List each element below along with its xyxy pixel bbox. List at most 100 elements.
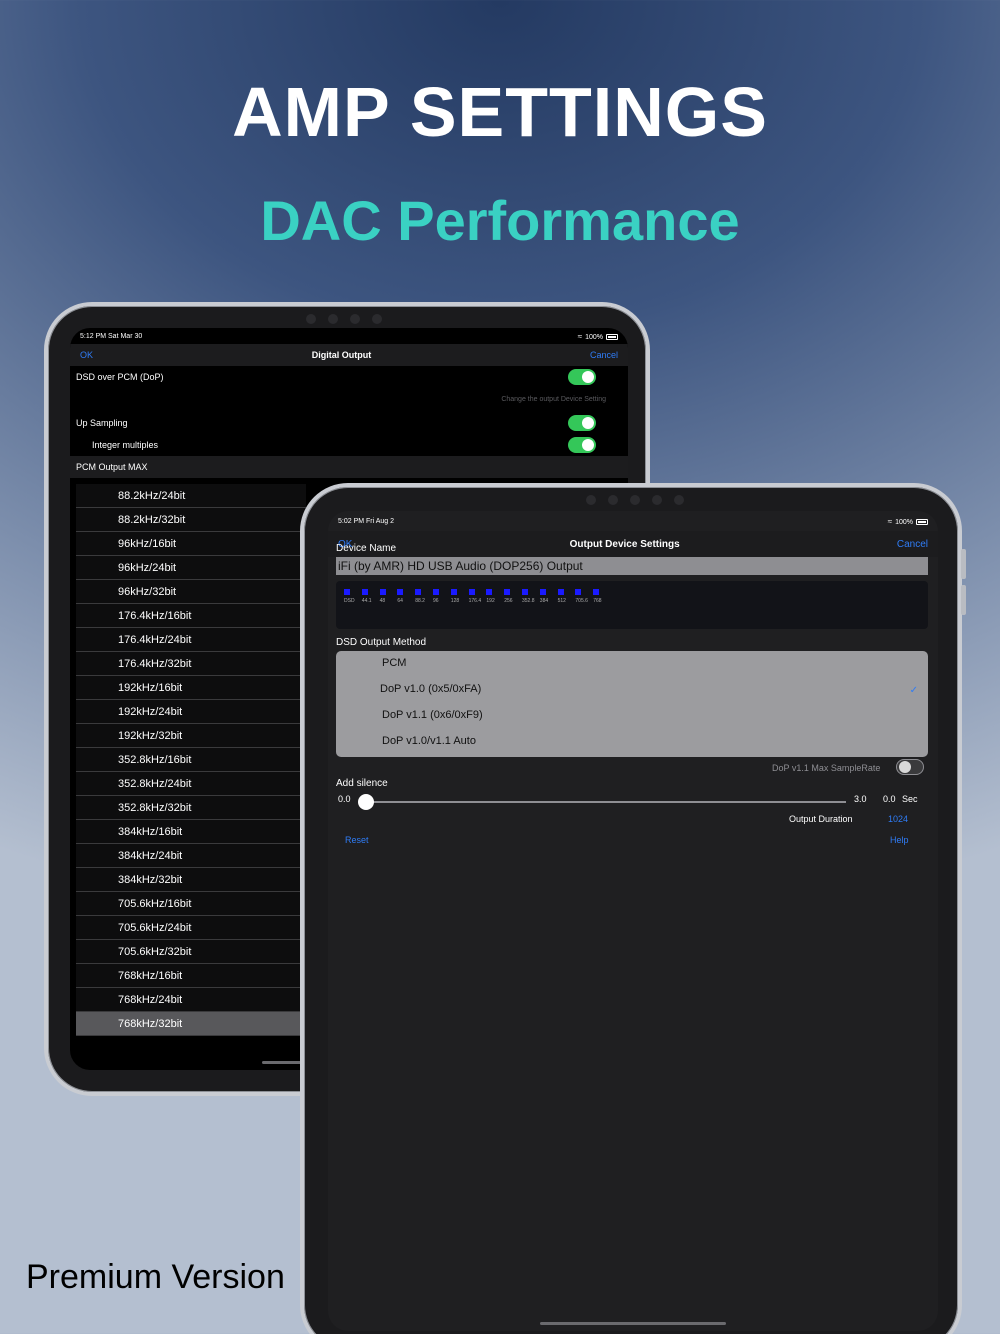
dsd-over-pcm-toggle[interactable] xyxy=(568,369,596,385)
pcm-option-item[interactable]: 705.6kHz/16bit xyxy=(76,892,306,916)
pcm-output-list: 88.2kHz/24bit 88.2kHz/32bit 96kHz/16bit 96k… xyxy=(76,484,306,1036)
cancel-button[interactable]: Cancel xyxy=(590,350,618,360)
status-time: 5:12 PM Sat Mar 30 xyxy=(80,332,143,340)
cancel-button[interactable]: Cancel xyxy=(897,539,928,550)
rate-label: 64 xyxy=(397,598,403,604)
ok-button[interactable]: OK xyxy=(80,350,93,360)
integer-multiples-toggle[interactable] xyxy=(568,437,596,453)
rate-dot xyxy=(433,589,439,595)
rate-dot xyxy=(486,589,493,595)
dsd-method-picker: PCM DoP v1.0 (0x5/0xFA) DoP v1.1 (0x6/0x… xyxy=(336,651,928,757)
pcm-option-item[interactable]: 192kHz/24bit xyxy=(76,700,306,724)
side-button xyxy=(961,549,966,579)
pcm-option-item[interactable]: 176.4kHz/32bit xyxy=(76,652,306,676)
rate-label: 512 xyxy=(557,598,566,604)
camera-bar xyxy=(306,312,382,326)
pcm-option-item[interactable]: 176.4kHz/16bit xyxy=(76,604,306,628)
method-option-pcm[interactable]: PCM xyxy=(382,657,406,669)
wifi-icon: ≈ xyxy=(577,331,583,341)
front-screen: 5:02 PM Fri Aug 2 ≈100% OK Output Device… xyxy=(328,511,938,1331)
rate-dot xyxy=(575,589,582,595)
up-sampling-toggle[interactable] xyxy=(568,415,596,431)
dsd-output-method-label: DSD Output Method xyxy=(336,637,427,648)
slider-max-label: 3.0 xyxy=(854,794,867,804)
rate-label: 48 xyxy=(379,598,386,604)
rate-label: 256 xyxy=(504,598,513,604)
dsd-over-pcm-label: DSD over PCM (DoP) xyxy=(76,372,164,382)
pcm-option-item[interactable]: 88.2kHz/24bit xyxy=(76,484,306,508)
rate-dot xyxy=(361,589,368,595)
status-bar: 5:02 PM Fri Aug 2 ≈100% xyxy=(328,511,938,531)
pcm-option-item[interactable]: 768kHz/16bit xyxy=(76,964,306,988)
change-output-hint: Change the output Device Setting xyxy=(501,396,606,403)
wifi-icon: ≈ xyxy=(887,516,893,526)
up-sampling-label: Up Sampling xyxy=(76,418,128,428)
rate-dot xyxy=(415,589,422,595)
reset-button[interactable]: Reset xyxy=(345,835,369,845)
rate-label: 44.1 xyxy=(361,598,372,604)
battery-percent: 100% xyxy=(895,518,913,526)
rate-label: 705.6 xyxy=(575,598,588,604)
slider-min-label: 0.0 xyxy=(338,794,351,804)
battery-percent: 100% xyxy=(585,333,603,341)
rate-dot xyxy=(468,589,475,595)
pcm-option-item[interactable]: 96kHz/24bit xyxy=(76,556,306,580)
rate-dot xyxy=(557,589,564,595)
pcm-option-item[interactable]: 96kHz/16bit xyxy=(76,532,306,556)
subheadline: DAC Performance xyxy=(260,189,740,252)
pcm-option-item[interactable]: 192kHz/32bit xyxy=(76,724,306,748)
silence-slider-track xyxy=(360,801,846,803)
pcm-option-item[interactable]: 192kHz/16bit xyxy=(76,676,306,700)
pcm-option-item[interactable]: 176.4kHz/24bit xyxy=(76,628,306,652)
sample-rate-indicator: DSD 44.1 48 64 88.2 96 128 176.4 192 256 352.8 384 5… xyxy=(336,581,928,629)
pcm-option-item[interactable]: 96kHz/32bit xyxy=(76,580,306,604)
rate-dot xyxy=(522,589,528,595)
rate-label: 128 xyxy=(450,598,460,604)
battery-icon xyxy=(916,518,928,525)
home-indicator xyxy=(540,1322,726,1325)
pcm-option-item[interactable]: 88.2kHz/32bit xyxy=(76,508,306,532)
nav-bar: OK Output Device Settings Cancel xyxy=(328,531,938,557)
output-duration-value[interactable]: 1024 xyxy=(888,814,908,824)
rate-dot xyxy=(539,589,546,595)
method-option-dop-v1-1[interactable]: DoP v1.1 (0x6/0xF9) xyxy=(382,709,483,721)
pcm-option-item[interactable]: 384kHz/24bit xyxy=(76,844,306,868)
method-option-dop-v1-0[interactable]: DoP v1.0 (0x5/0xFA) xyxy=(380,683,481,695)
side-button xyxy=(961,585,966,615)
premium-version-label: Premium Version xyxy=(26,1258,285,1296)
pcm-option-item[interactable]: 705.6kHz/32bit xyxy=(76,940,306,964)
help-button[interactable]: Help xyxy=(890,835,909,845)
nav-bar: OK Digital Output Cancel xyxy=(70,344,628,366)
method-option-dop-auto[interactable]: DoP v1.0/v1.1 Auto xyxy=(382,735,476,747)
pcm-option-item[interactable]: 768kHz/32bit xyxy=(76,1012,306,1036)
pcm-option-item[interactable]: 705.6kHz/24bit xyxy=(76,916,306,940)
silence-value-readout: 0.0 xyxy=(883,794,896,804)
checkmark-icon: ✓ xyxy=(909,685,918,696)
integer-multiples-label: Integer multiples xyxy=(92,440,159,450)
status-bar: 5:12 PM Sat Mar 30 ≈100% xyxy=(70,328,628,344)
device-name-field[interactable]: iFi (by AMR) HD USB Audio (DOP256) Outpu… xyxy=(336,557,928,575)
pcm-option-item[interactable]: 352.8kHz/24bit xyxy=(76,772,306,796)
rate-label: 176.4 xyxy=(468,598,482,604)
pcm-option-item[interactable]: 384kHz/32bit xyxy=(76,868,306,892)
pcm-option-item[interactable]: 384kHz/16bit xyxy=(76,820,306,844)
dop-max-samplerate-label: DoP v1.1 Max SampleRate xyxy=(772,763,881,773)
up-sampling-row: Up Sampling xyxy=(70,412,628,434)
add-silence-label: Add silence xyxy=(336,778,388,789)
rate-label: 768 xyxy=(593,598,602,604)
rate-dot xyxy=(450,589,457,595)
silence-slider-thumb[interactable] xyxy=(358,794,374,810)
rate-dot xyxy=(397,589,404,595)
pcm-output-max-header: PCM Output MAX xyxy=(70,456,628,478)
device-name-label: Device Name xyxy=(336,543,397,554)
front-ipad-frame: 5:02 PM Fri Aug 2 ≈100% OK Output Device… xyxy=(300,483,966,1334)
pcm-option-item[interactable]: 352.8kHz/32bit xyxy=(76,796,306,820)
dop-max-samplerate-toggle[interactable] xyxy=(896,759,924,775)
output-duration-label: Output Duration xyxy=(789,814,853,824)
rate-dot xyxy=(504,589,511,595)
rate-label: 192 xyxy=(486,598,495,604)
pcm-option-item[interactable]: 352.8kHz/16bit xyxy=(76,748,306,772)
rate-label: 88.2 xyxy=(415,598,425,604)
pcm-option-item[interactable]: 768kHz/24bit xyxy=(76,988,306,1012)
nav-title: Digital Output xyxy=(311,350,372,360)
